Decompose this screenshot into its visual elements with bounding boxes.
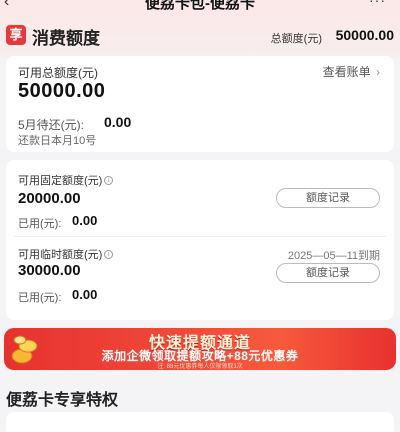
limit-detail-card: 可用固定额度(元) i 20000.00 额度记录 已用(元): 0.00 可用临… xyxy=(6,160,394,320)
temp-limit-value: 30000.00 xyxy=(18,262,81,279)
page-title: 便荔卡包-便荔卡 xyxy=(145,0,255,12)
available-total-label: 可用总额度(元) xyxy=(18,66,98,80)
available-summary-card: 可用总额度(元) 查看账单 › 50000.00 5月待还(元): 0.00 还… xyxy=(6,56,394,152)
temp-used-label: 已用(元): xyxy=(18,292,62,304)
fixed-limit-value: 20000.00 xyxy=(18,190,81,207)
temp-expire-date: 2025—05—11到期 xyxy=(287,250,380,262)
privileges-card xyxy=(6,412,394,432)
total-limit-label: 总额度(元) xyxy=(270,33,322,45)
chevron-right-icon: › xyxy=(376,65,380,79)
temp-limit-label: 可用临时额度(元) i xyxy=(18,246,114,262)
fixed-limit-label-text: 可用固定额度(元) xyxy=(18,175,103,187)
fixed-limit-record-button[interactable]: 额度记录 xyxy=(276,188,380,208)
temp-limit-record-button[interactable]: 额度记录 xyxy=(276,263,380,283)
banner-note: 注: 88元优惠券每人仅限领取1次 xyxy=(157,364,243,370)
temp-limit-label-text: 可用临时额度(元) xyxy=(18,249,103,261)
more-menu-icon[interactable]: ··· xyxy=(369,0,386,8)
total-limit-value: 50000.00 xyxy=(335,27,394,43)
available-total-value: 50000.00 xyxy=(18,80,106,102)
view-bill-link[interactable]: 查看账单 › xyxy=(323,63,380,80)
privileges-section-title: 便荔卡专享特权 xyxy=(6,392,119,409)
top-nav-bar: ‹ 便荔卡包-便荔卡 ··· xyxy=(0,0,400,14)
info-icon[interactable]: i xyxy=(104,250,114,259)
header-title: 消费额度 xyxy=(32,29,100,48)
divider xyxy=(14,236,386,237)
view-bill-label: 查看账单 xyxy=(322,65,371,79)
credit-header: 享 消费额度 总额度(元) 50000.00 xyxy=(0,14,400,58)
fixed-used-label: 已用(元): xyxy=(18,218,62,230)
info-icon[interactable]: i xyxy=(104,176,114,185)
enjoy-logo-icon: 享 xyxy=(6,25,26,45)
pending-repay-label: 5月待还(元): xyxy=(18,118,85,132)
pending-repay-value: 0.00 xyxy=(104,114,132,130)
due-date-text: 还款日本月10号 xyxy=(18,135,97,147)
fixed-used-value: 0.00 xyxy=(72,213,98,228)
quick-raise-banner[interactable]: 快速提额通道 添加企微领取提额攻略+88元优惠券 注: 88元优惠券每人仅限领取… xyxy=(4,328,396,370)
fixed-limit-label: 可用固定额度(元) i xyxy=(18,172,114,188)
temp-used-value: 0.00 xyxy=(72,287,98,302)
